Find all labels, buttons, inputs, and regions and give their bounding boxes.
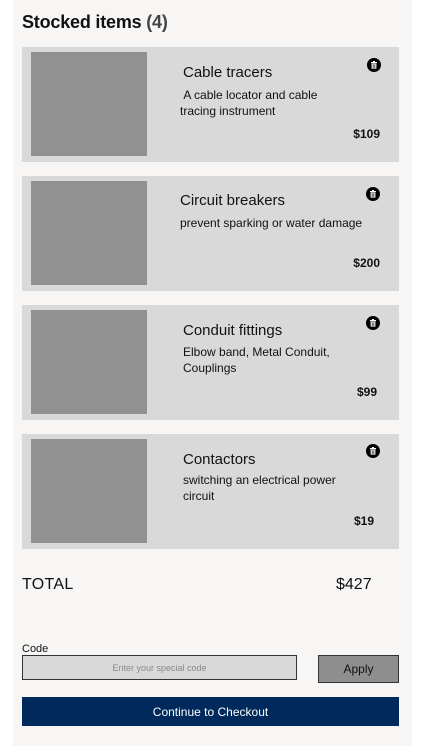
item-price: $99 xyxy=(356,385,377,399)
item-price: $19 xyxy=(353,514,374,528)
item-description: switching an electrical power circuit xyxy=(183,473,336,503)
cart-item: Cable tracers A cable locator and cable … xyxy=(22,47,399,162)
product-image-placeholder xyxy=(31,52,147,156)
total-label: TOTAL xyxy=(22,576,74,593)
checkout-button[interactable]: Continue to Checkout xyxy=(22,697,399,726)
promo-code-input[interactable] xyxy=(22,655,297,680)
cart-item: Circuit breakers prevent sparking or wat… xyxy=(22,176,399,291)
page-title: Stocked items (4) xyxy=(22,12,168,33)
item-name: Circuit breakers xyxy=(180,192,286,209)
item-price: $109 xyxy=(353,127,380,141)
item-price: $200 xyxy=(353,256,380,270)
item-name: Conduit fittings xyxy=(183,322,283,339)
trash-icon[interactable] xyxy=(367,58,381,72)
page-title-text: Stocked items xyxy=(22,12,142,32)
cart-item: Conduit fittings Elbow band, Metal Condu… xyxy=(22,305,399,420)
item-name: Contactors xyxy=(183,451,256,468)
item-description: prevent sparking or water damage xyxy=(180,216,363,230)
apply-button[interactable]: Apply xyxy=(318,655,399,683)
trash-icon[interactable] xyxy=(366,444,380,458)
cart-item: Contactors switching an electrical power… xyxy=(22,434,399,549)
trash-icon[interactable] xyxy=(366,187,380,201)
trash-icon[interactable] xyxy=(366,316,380,330)
product-image-placeholder xyxy=(31,439,147,543)
item-count: (4) xyxy=(146,12,168,32)
product-image-placeholder xyxy=(31,181,147,285)
product-image-placeholder xyxy=(31,310,147,414)
code-label: Code xyxy=(22,643,49,655)
total-value: $427 xyxy=(336,576,372,593)
item-description: A cable locator and cable tracing instru… xyxy=(180,88,321,118)
item-description: Elbow band, Metal Conduit, Couplings xyxy=(183,345,330,375)
item-name: Cable tracers xyxy=(183,64,273,81)
